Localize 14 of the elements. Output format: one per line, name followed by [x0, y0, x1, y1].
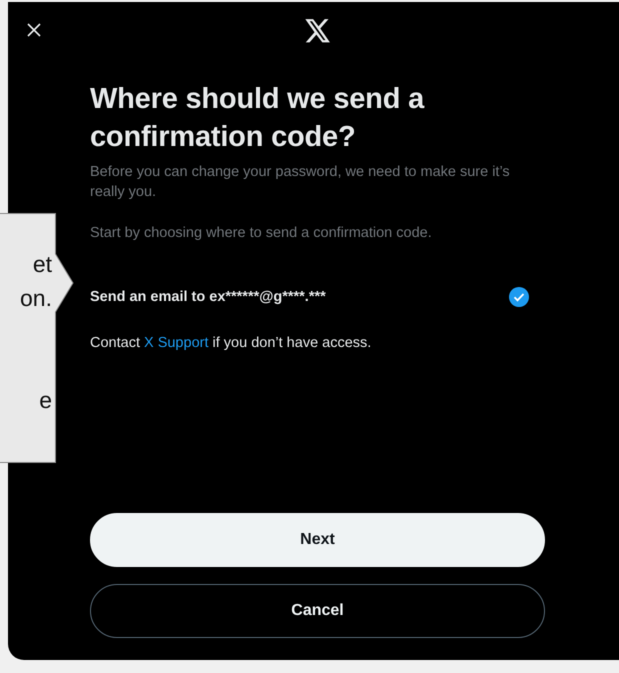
dialog-title: Where should we send a confirmation code? — [90, 82, 426, 155]
support-link[interactable]: X Support — [144, 335, 208, 351]
contact-text: Contact X Support if you don’t have access. — [90, 334, 372, 353]
close-icon[interactable] — [27, 23, 41, 37]
instruction-text: Start by choosing where to send a confirmation code. — [90, 224, 433, 243]
callout-text: et — [32, 250, 52, 279]
cancel-button[interactable]: Cancel — [90, 584, 545, 638]
callout-text: on. — [20, 284, 52, 313]
option-label[interactable]: Send an email to ex******@g****.*** — [90, 289, 326, 305]
callout-text: e — [39, 386, 52, 415]
description-text: Before you can change your password, we need to make sure it’s really you. — [90, 163, 511, 202]
logo-icon — [305, 19, 331, 43]
next-button[interactable]: Next — [90, 513, 545, 567]
checked-circle-icon[interactable] — [509, 287, 529, 307]
